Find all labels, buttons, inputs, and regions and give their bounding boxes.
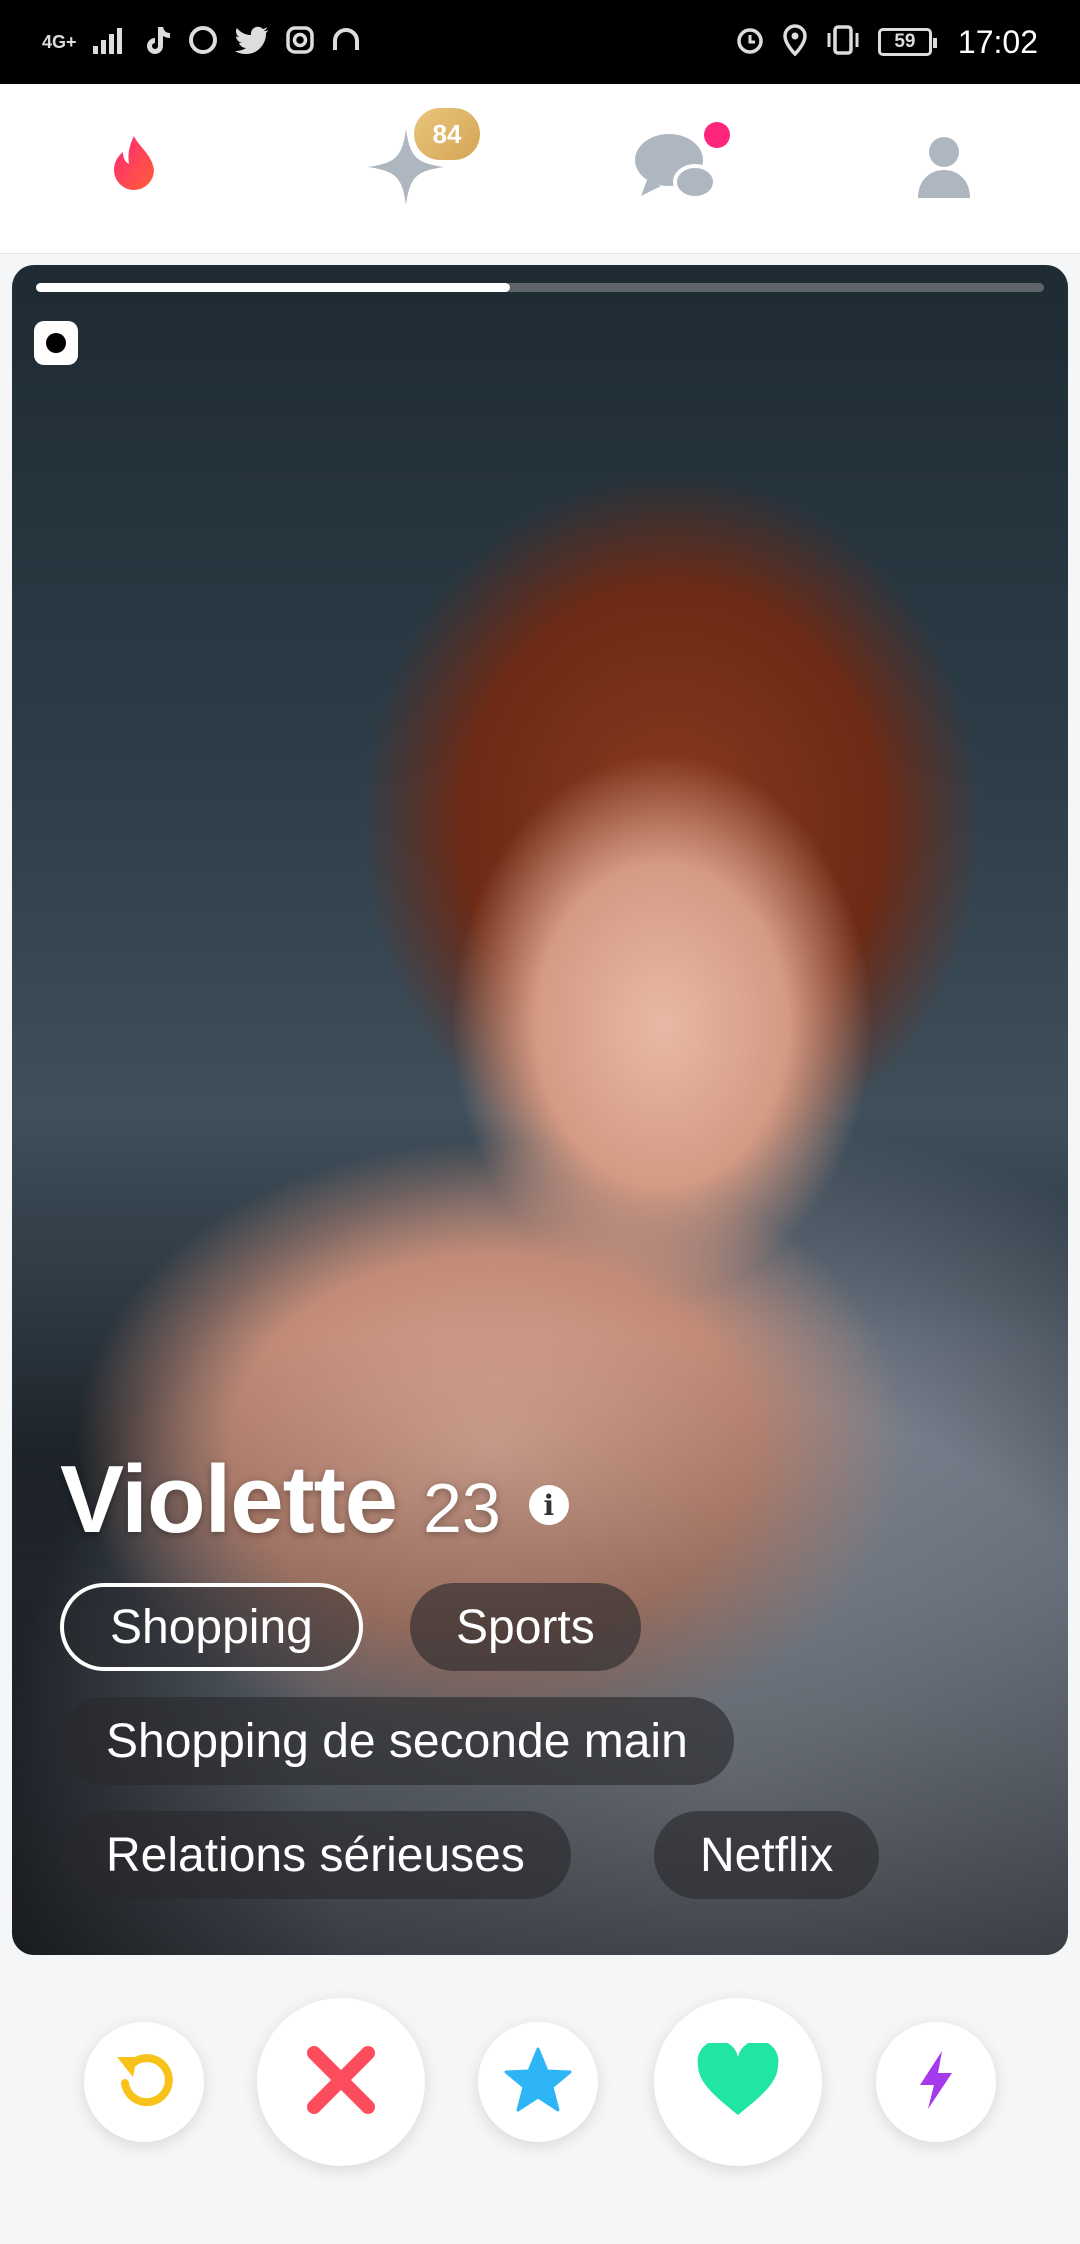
tag-second-hand-shopping: Shopping de seconde main bbox=[60, 1697, 734, 1785]
profile-age: 23 bbox=[423, 1469, 501, 1547]
nav-messages[interactable] bbox=[576, 84, 776, 254]
photo-progress bbox=[36, 283, 1044, 292]
twitter-icon bbox=[234, 26, 269, 59]
rewind-button[interactable] bbox=[84, 2022, 204, 2142]
interest-tags: Shopping Sports Shopping de seconde main… bbox=[60, 1583, 1020, 1903]
profile-info: Violette 23 i Shopping Sports Shopping d… bbox=[60, 1445, 1020, 1903]
status-bar: 4G+ 59 17:02 bbox=[0, 0, 1080, 84]
star-icon bbox=[503, 2046, 573, 2119]
alarm-icon bbox=[734, 24, 766, 61]
flame-icon bbox=[104, 132, 164, 207]
battery-icon: 59 bbox=[877, 28, 937, 56]
tag-shopping: Shopping bbox=[60, 1583, 363, 1671]
heart-icon bbox=[696, 2040, 780, 2122]
tag-sports: Sports bbox=[410, 1583, 641, 1671]
instagram-icon bbox=[34, 321, 78, 365]
action-bar bbox=[0, 1955, 1080, 2244]
instagram-status-icon bbox=[285, 25, 315, 60]
info-icon[interactable]: i bbox=[528, 1485, 569, 1525]
headphones-icon bbox=[331, 26, 361, 59]
nav-discover[interactable] bbox=[34, 84, 234, 254]
close-icon bbox=[304, 2043, 378, 2122]
name-row: Violette 23 i bbox=[60, 1445, 1020, 1555]
sync-icon bbox=[187, 24, 219, 61]
tiktok-icon bbox=[143, 25, 171, 60]
status-left: 4G+ bbox=[42, 24, 361, 61]
nav-top-picks[interactable] bbox=[306, 84, 506, 254]
top-nav: 84 bbox=[0, 84, 1080, 254]
network-indicator: 4G+ bbox=[42, 32, 77, 52]
nope-button[interactable] bbox=[257, 1998, 425, 2166]
profile-card[interactable]: Violette 23 i Shopping Sports Shopping d… bbox=[12, 265, 1068, 1955]
location-icon bbox=[782, 23, 808, 61]
tag-netflix: Netflix bbox=[654, 1811, 880, 1899]
lightning-icon bbox=[914, 2049, 958, 2116]
vibrate-icon bbox=[824, 24, 862, 61]
super-like-button[interactable] bbox=[478, 2022, 598, 2142]
signal-icon bbox=[92, 26, 127, 59]
new-message-dot bbox=[704, 122, 730, 148]
status-right: 59 17:02 bbox=[734, 24, 1038, 61]
nav-profile[interactable] bbox=[844, 84, 1044, 254]
profile-icon bbox=[916, 134, 972, 205]
profile-name: Violette bbox=[60, 1446, 398, 1553]
top-picks-count-badge: 84 bbox=[414, 108, 480, 160]
undo-icon bbox=[113, 2049, 175, 2116]
boost-button[interactable] bbox=[876, 2022, 996, 2142]
like-button[interactable] bbox=[654, 1998, 822, 2166]
tag-serious-relationships: Relations sérieuses bbox=[60, 1811, 571, 1899]
clock: 17:02 bbox=[957, 23, 1038, 60]
photo-progress-fill bbox=[36, 283, 510, 292]
